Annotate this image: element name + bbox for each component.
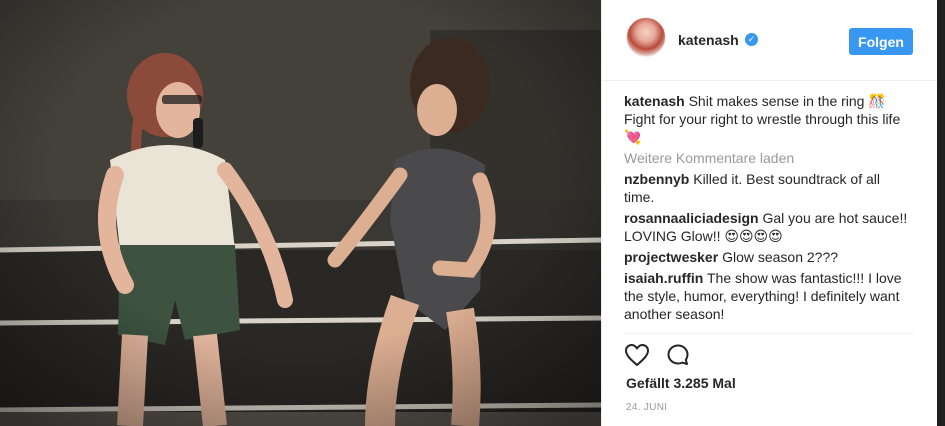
comment-item: rosannaaliciadesign Gal you are hot sauc… bbox=[624, 209, 914, 245]
window-edge bbox=[937, 0, 945, 426]
comment-text: Glow season 2??? bbox=[722, 249, 839, 265]
comment-username[interactable]: projectwesker bbox=[624, 249, 718, 265]
comment-item: nzbennyb Killed it. Best soundtrack of a… bbox=[624, 170, 914, 206]
comment-item: isaiah.ruffin The show was fantastic!!! … bbox=[624, 269, 914, 323]
comment-username[interactable]: isaiah.ruffin bbox=[624, 270, 703, 286]
likes-count[interactable]: Gefällt 3.285 Mal bbox=[626, 375, 736, 391]
post-photo[interactable] bbox=[0, 0, 601, 426]
verified-badge-icon: ✓ bbox=[745, 33, 758, 46]
post-header: katenash ✓ Folgen bbox=[602, 0, 937, 81]
comment-item: projectwesker Glow season 2??? bbox=[624, 248, 914, 266]
actions-divider bbox=[624, 333, 914, 334]
comment-username[interactable]: katenash bbox=[624, 93, 685, 109]
avatar[interactable] bbox=[626, 17, 666, 57]
comment-username[interactable]: nzbennyb bbox=[624, 171, 689, 187]
load-more-comments-link[interactable]: Weitere Kommentare laden bbox=[624, 149, 914, 167]
wrestling-scene-image bbox=[0, 0, 601, 426]
author-username[interactable]: katenash bbox=[678, 32, 739, 48]
comment-icon[interactable] bbox=[666, 343, 690, 367]
heart-icon[interactable] bbox=[624, 343, 650, 367]
post-side-panel: katenash ✓ Folgen katenash Shit makes se… bbox=[602, 0, 937, 426]
comment-username[interactable]: rosannaaliciadesign bbox=[624, 210, 759, 226]
post-date[interactable]: 24. JUNI bbox=[626, 402, 667, 413]
caption: katenash Shit makes sense in the ring 🎊 … bbox=[624, 92, 914, 146]
comments-list[interactable]: katenash Shit makes sense in the ring 🎊 … bbox=[624, 92, 914, 332]
follow-button[interactable]: Folgen bbox=[849, 28, 913, 55]
